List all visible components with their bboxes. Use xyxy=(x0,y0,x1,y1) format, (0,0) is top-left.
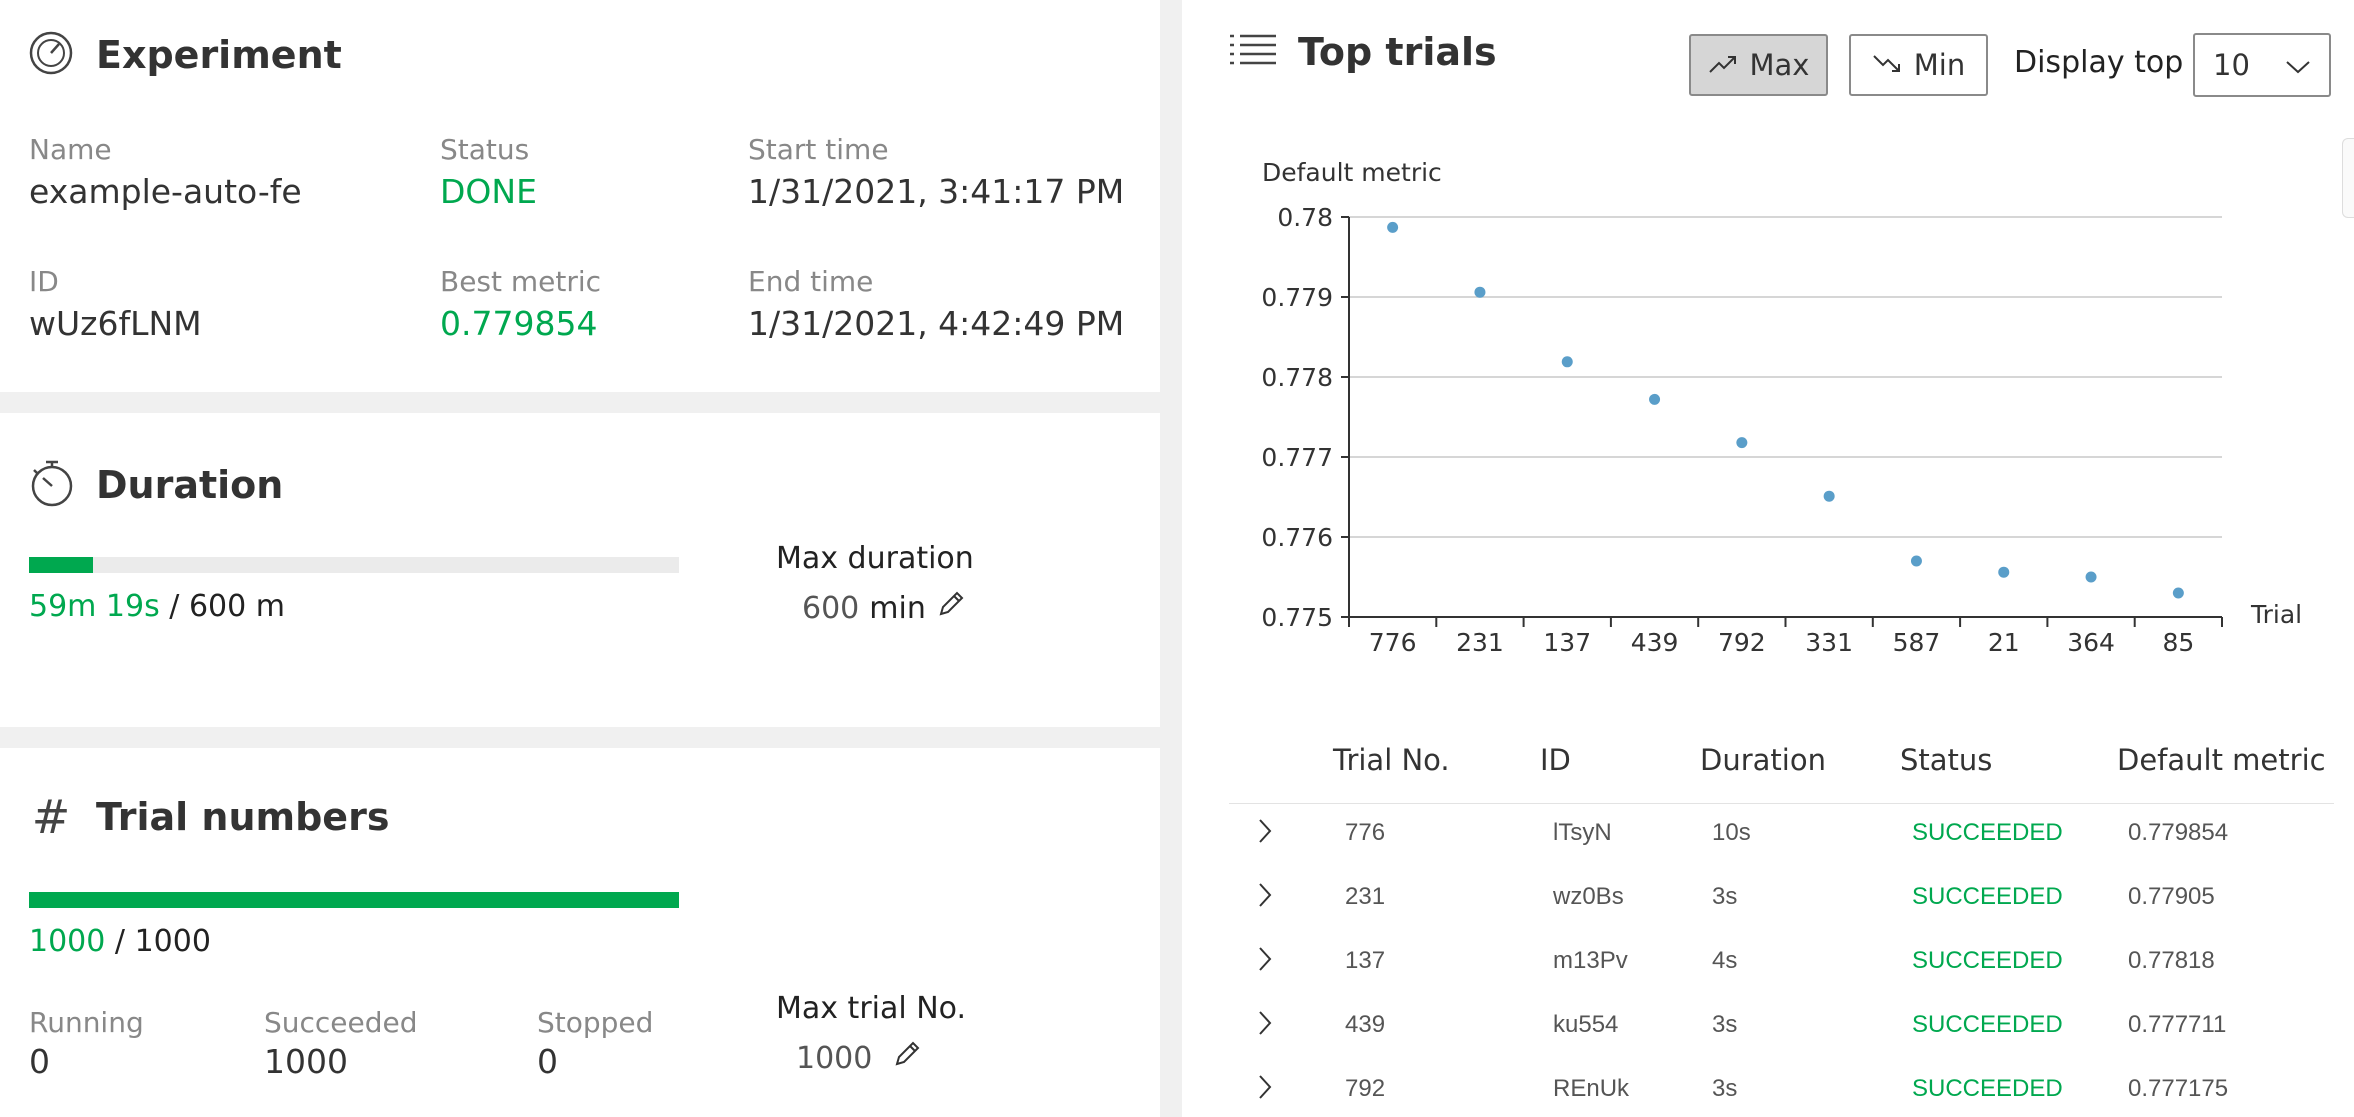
trial-no: 137 xyxy=(1345,947,1386,974)
dashboard: Experiment Name example-auto-fe Status D… xyxy=(0,0,2354,1117)
trial-numbers-title: Trial numbers xyxy=(96,795,390,839)
trial-no: 231 xyxy=(1345,883,1386,910)
x-tick-label: 439 xyxy=(1631,628,1679,657)
chevron-right-icon[interactable] xyxy=(1257,881,1273,913)
x-tick-label: 21 xyxy=(1988,628,2020,657)
x-tick-label: 776 xyxy=(1369,628,1417,657)
col-header-id[interactable]: ID xyxy=(1540,743,1571,777)
trial-id: m13Pv xyxy=(1553,947,1628,974)
trial-status: SUCCEEDED xyxy=(1912,883,2063,910)
stopped-value: 0 xyxy=(537,1042,558,1081)
table-row[interactable]: 776 lTsyN 10s SUCCEEDED 0.779854 xyxy=(1229,801,2334,865)
trial-duration: 3s xyxy=(1712,883,1738,910)
trial-no: 792 xyxy=(1345,1075,1386,1102)
trial-id: REnUk xyxy=(1553,1075,1630,1102)
trials-progress-bar xyxy=(29,892,679,908)
x-tick-label: 792 xyxy=(1718,628,1766,657)
trial-status: SUCCEEDED xyxy=(1912,1075,2063,1102)
y-tick-label: 0.779 xyxy=(1261,283,1333,312)
x-axis-label: Trial xyxy=(2250,600,2302,629)
table-row[interactable]: 231 wz0Bs 3s SUCCEEDED 0.77905 xyxy=(1229,865,2334,929)
trial-status: SUCCEEDED xyxy=(1912,947,2063,974)
col-header-duration[interactable]: Duration xyxy=(1700,743,1826,777)
x-tick-label: 331 xyxy=(1805,628,1853,657)
y-tick-label: 0.775 xyxy=(1261,603,1333,632)
x-tick-label: 364 xyxy=(2067,628,2115,657)
succeeded-value: 1000 xyxy=(264,1042,348,1081)
col-header-trial[interactable]: Trial No. xyxy=(1333,743,1450,777)
trial-duration: 3s xyxy=(1712,1075,1738,1102)
trials-ratio: 1000 / 1000 xyxy=(29,924,211,959)
trial-metric: 0.77905 xyxy=(2128,883,2215,910)
chevron-right-icon[interactable] xyxy=(1257,817,1273,849)
x-tick-label: 231 xyxy=(1456,628,1504,657)
trials-separator: / xyxy=(114,924,126,959)
table-row[interactable]: 439 ku554 3s SUCCEEDED 0.777711 xyxy=(1229,993,2334,1057)
data-point xyxy=(1823,490,1835,502)
y-tick-label: 0.777 xyxy=(1261,443,1333,472)
data-point xyxy=(1736,437,1748,449)
x-tick-label: 137 xyxy=(1543,628,1591,657)
trial-no: 439 xyxy=(1345,1011,1386,1038)
trial-numbers-panel: # Trial numbers 1000 / 1000 Running 0 Su… xyxy=(0,748,1160,1117)
hash-icon: # xyxy=(31,790,71,844)
x-tick-label: 587 xyxy=(1893,628,1941,657)
trial-id: lTsyN xyxy=(1553,819,1612,846)
y-tick-label: 0.776 xyxy=(1261,523,1333,552)
x-tick-label: 85 xyxy=(2162,628,2194,657)
trial-status: SUCCEEDED xyxy=(1912,819,2063,846)
data-point xyxy=(1387,221,1399,233)
trial-no: 776 xyxy=(1345,819,1386,846)
trial-metric: 0.777711 xyxy=(2128,1011,2227,1038)
data-point xyxy=(1998,566,2010,578)
y-tick-label: 0.78 xyxy=(1277,203,1333,232)
trial-duration: 3s xyxy=(1712,1011,1738,1038)
data-point xyxy=(1474,286,1486,298)
running-value: 0 xyxy=(29,1042,50,1081)
data-point xyxy=(1910,555,1922,567)
stopped-label: Stopped xyxy=(537,1006,654,1039)
trial-duration: 10s xyxy=(1712,819,1751,846)
max-trial-value: 1000 xyxy=(796,1040,873,1076)
trial-id: wz0Bs xyxy=(1553,883,1624,910)
data-point xyxy=(1561,356,1573,368)
chevron-right-icon[interactable] xyxy=(1257,1073,1273,1105)
chevron-right-icon[interactable] xyxy=(1257,1009,1273,1041)
edit-pencil-icon[interactable] xyxy=(892,1039,922,1077)
max-trial-label: Max trial No. xyxy=(776,991,967,1026)
y-axis-label: Default metric xyxy=(1262,158,1442,187)
trials-done: 1000 xyxy=(29,924,106,959)
scrollbar-handle[interactable] xyxy=(2342,138,2354,218)
col-header-metric[interactable]: Default metric xyxy=(2117,743,2326,777)
trial-metric: 0.779854 xyxy=(2128,819,2229,846)
trial-duration: 4s xyxy=(1712,947,1738,974)
data-point xyxy=(1649,393,1661,405)
trials-total: 1000 xyxy=(134,924,211,959)
max-trial-value-row: 1000 xyxy=(796,1039,922,1077)
col-header-status[interactable]: Status xyxy=(1900,743,1992,777)
trial-status: SUCCEEDED xyxy=(1912,1011,2063,1038)
table-row[interactable]: 792 REnUk 3s SUCCEEDED 0.777175 xyxy=(1229,1057,2334,1117)
running-label: Running xyxy=(29,1006,144,1039)
table-row[interactable]: 137 m13Pv 4s SUCCEEDED 0.77818 xyxy=(1229,929,2334,993)
trial-id: ku554 xyxy=(1553,1011,1619,1038)
trial-metric: 0.777175 xyxy=(2128,1075,2229,1102)
trial-metric: 0.77818 xyxy=(2128,947,2215,974)
data-point xyxy=(2172,587,2184,599)
y-tick-label: 0.778 xyxy=(1261,363,1333,392)
chevron-right-icon[interactable] xyxy=(1257,945,1273,977)
succeeded-label: Succeeded xyxy=(264,1006,418,1039)
top-trials-chart: 0.775 0.776 0.777 0.778 0.779 0.78 Default met… xyxy=(1261,158,2302,657)
data-point xyxy=(2085,571,2097,583)
trials-progress-fill xyxy=(29,892,679,908)
